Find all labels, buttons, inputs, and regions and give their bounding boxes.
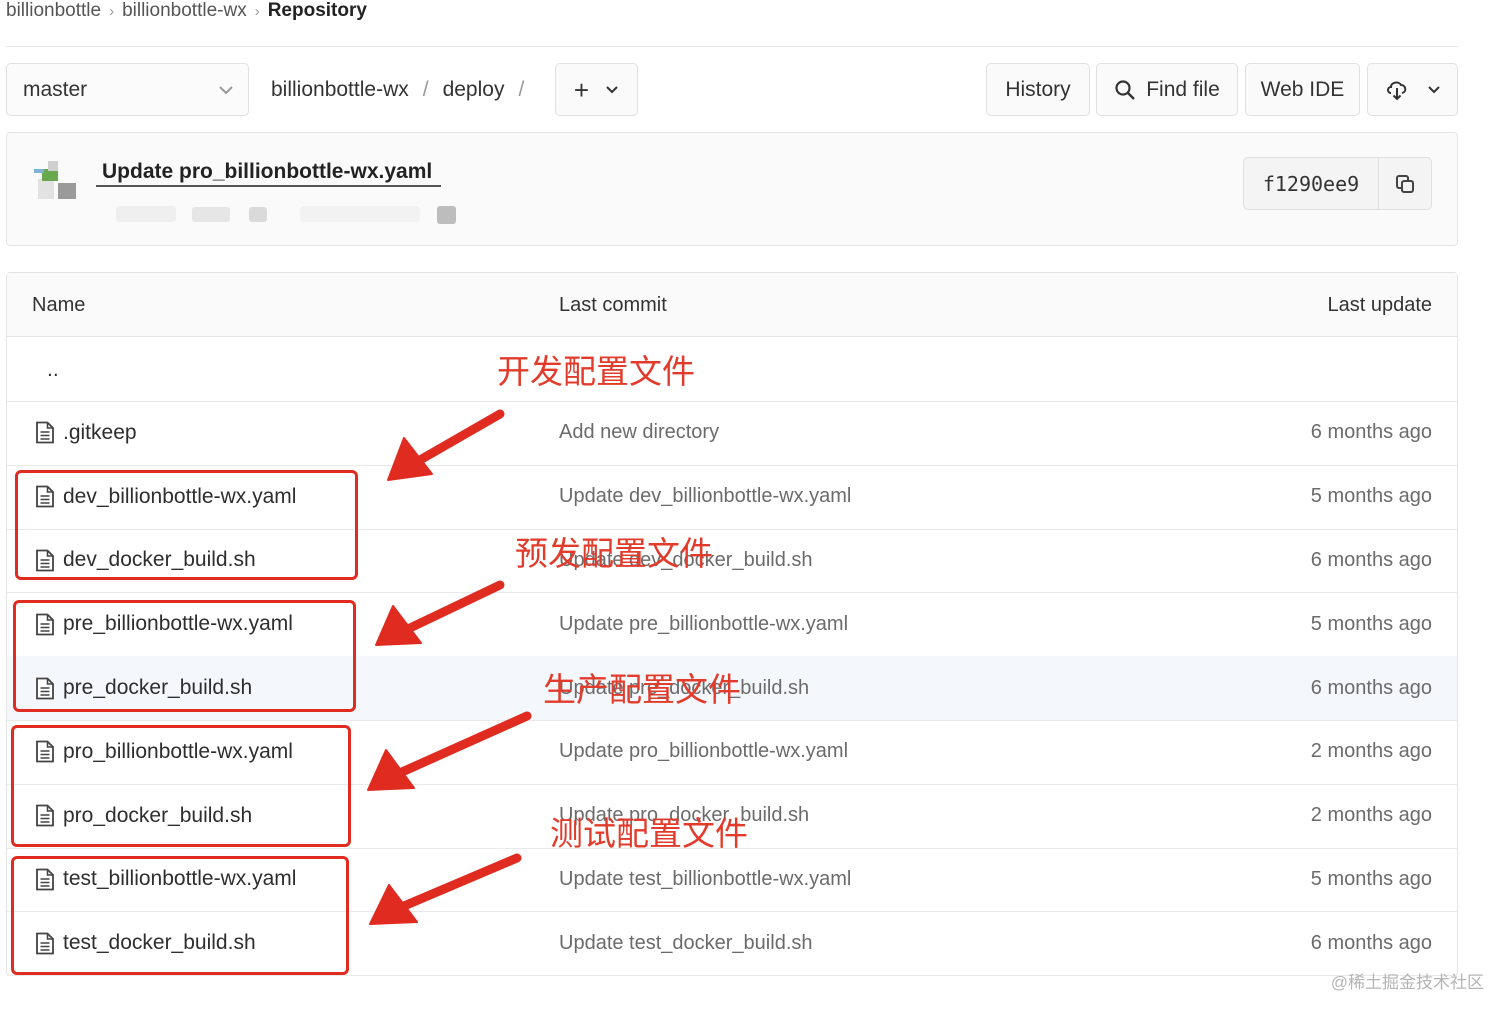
annotation-arrows: [367, 409, 532, 925]
annotation-label-test: 测试配置文件: [550, 814, 748, 853]
arrow-icon: [387, 409, 505, 481]
arrow-icon: [369, 853, 522, 925]
annotation-label-pre: 预发配置文件: [515, 534, 713, 573]
annotation-label-dev: 开发配置文件: [497, 352, 695, 391]
annotation-label-pro: 生产配置文件: [543, 670, 741, 709]
arrow-icon: [375, 580, 505, 646]
watermark: @稀土掘金技术社区: [1330, 973, 1484, 992]
arrow-icon: [367, 711, 532, 791]
